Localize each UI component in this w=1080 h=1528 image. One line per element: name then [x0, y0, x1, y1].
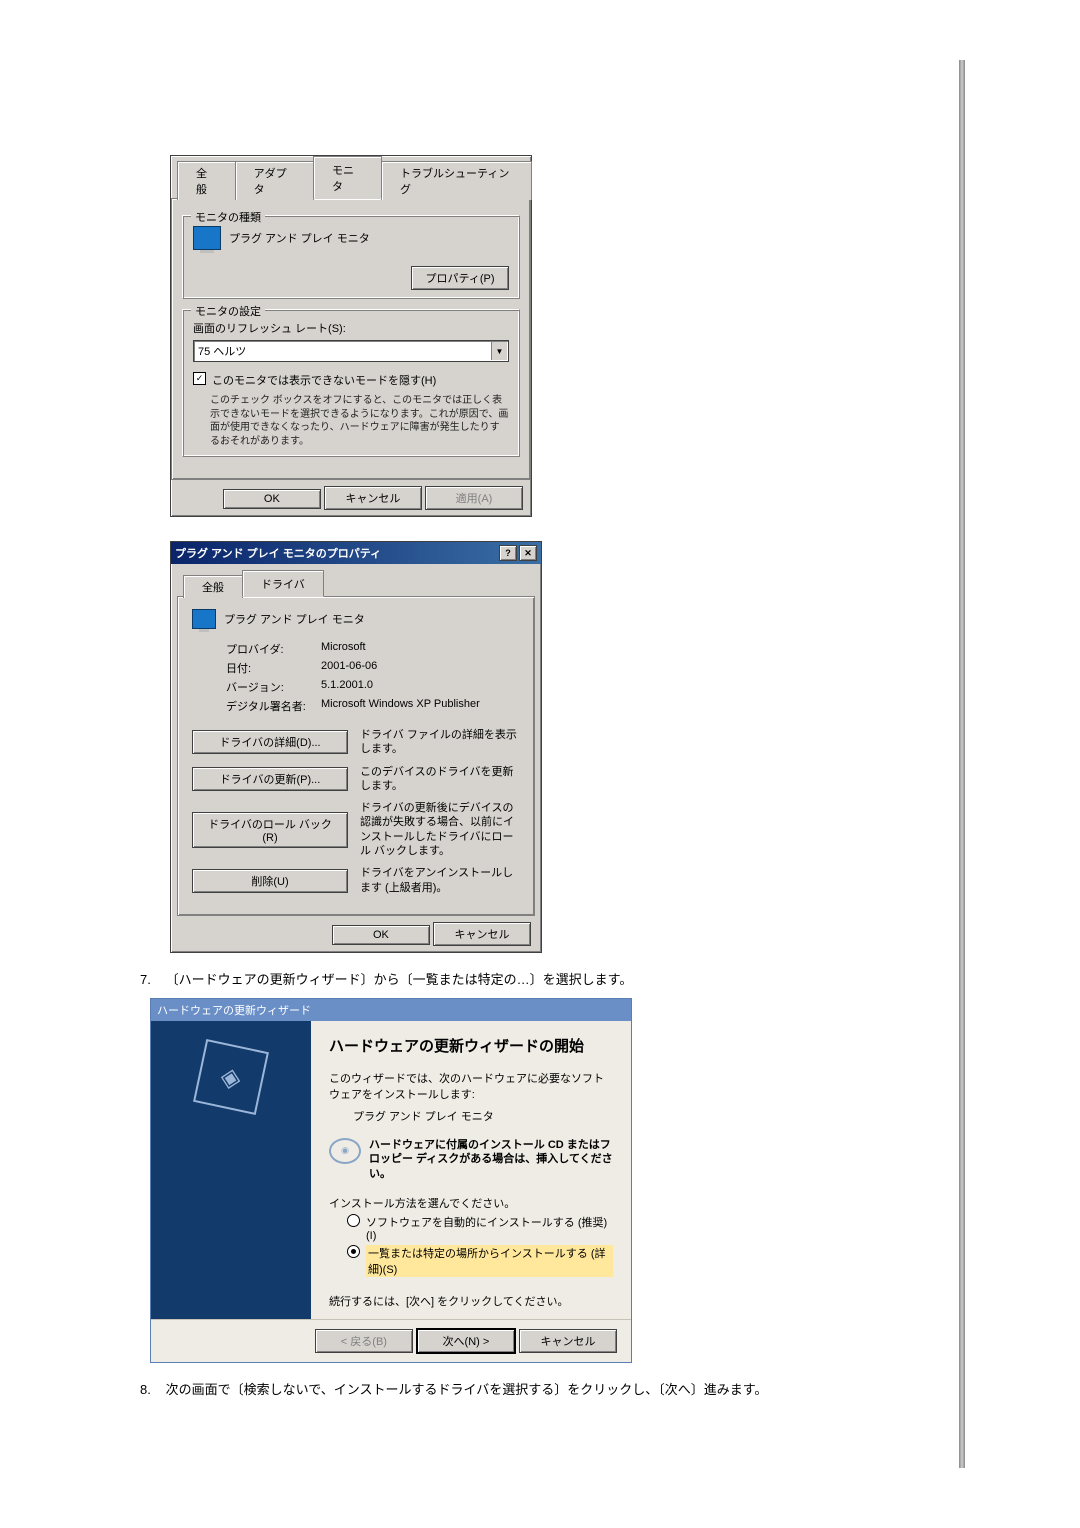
date-label: 日付: — [226, 660, 321, 676]
step-7-number: 7. — [140, 972, 162, 987]
monitor-settings-group: モニタの設定 画面のリフレッシュ レート(S): 75 ヘルツ ▼ ✓ このモニ… — [182, 309, 520, 457]
device-name: プラグ アンド プレイ モニタ — [224, 611, 365, 627]
wizard-hardware-icon: ◈ — [193, 1039, 269, 1115]
hide-modes-checkbox[interactable]: ✓ — [193, 372, 206, 385]
driver-details-button[interactable]: ドライバの詳細(D)... — [192, 730, 348, 754]
next-button[interactable]: 次へ(N) > — [416, 1328, 516, 1354]
signer-label: デジタル署名者: — [226, 698, 321, 714]
provider-label: プロバイダ: — [226, 641, 321, 657]
step-7-text: 〔ハードウェアの更新ウィザード〕から〔一覧または特定の…〕を選択します。 — [166, 972, 633, 987]
version-value: 5.1.2001.0 — [321, 679, 373, 695]
tab-general[interactable]: 全般 — [177, 161, 236, 200]
tab-monitor[interactable]: モニタ — [313, 156, 382, 199]
driver-update-button[interactable]: ドライバの更新(P)... — [192, 767, 348, 791]
monitor-type-label: モニタの種類 — [191, 209, 265, 225]
driver-uninstall-text: ドライバをアンインストールします (上級者用)。 — [360, 866, 520, 895]
wizard-title: ハードウェアの更新ウィザード — [151, 999, 631, 1021]
cancel-button[interactable]: キャンセル — [324, 486, 422, 510]
refresh-rate-select[interactable]: 75 ヘルツ ▼ — [193, 340, 509, 362]
step-7: 7. 〔ハードウェアの更新ウィザード〕から〔一覧または特定の…〕を選択します。 — [140, 969, 850, 988]
date-value: 2001-06-06 — [321, 660, 377, 676]
hide-modes-note: このチェック ボックスをオフにすると、このモニタでは正しく表示できないモードを選… — [210, 394, 509, 448]
driver-rollback-button[interactable]: ドライバのロール バック(R) — [192, 812, 348, 848]
radio-list-install[interactable]: 一覧または特定の場所からインストールする (詳細)(S) — [347, 1245, 613, 1277]
step-8: 8. 次の画面で〔検索しないで、インストールするドライバを選択する〕をクリックし… — [140, 1379, 850, 1398]
version-label: バージョン: — [226, 679, 321, 695]
tab-general-2[interactable]: 全般 — [183, 575, 243, 598]
monitor-icon — [193, 226, 221, 250]
monitor-name: プラグ アンド プレイ モニタ — [229, 230, 370, 246]
wizard-choose-label: インストール方法を選んでください。 — [329, 1195, 613, 1211]
step-8-text: 次の画面で〔検索しないで、インストールするドライバを選択する〕をクリックし、〔次… — [166, 1382, 768, 1397]
ok-button[interactable]: OK — [223, 489, 321, 509]
driver-rollback-text: ドライバの更新後にデバイスの認識が失敗する場合、以前にインストールしたドライバに… — [360, 801, 520, 858]
provider-value: Microsoft — [321, 641, 366, 657]
radio-list-label: 一覧または特定の場所からインストールする (詳細)(S) — [366, 1245, 613, 1277]
driver-properties-dialog: プラグ アンド プレイ モニタのプロパティ ? ✕ 全般 ドライバ プラグ アン… — [170, 541, 542, 953]
device-icon — [192, 609, 216, 629]
cancel-button-2[interactable]: キャンセル — [433, 922, 531, 946]
wizard-sidebar: ◈ — [151, 1021, 311, 1319]
back-button[interactable]: < 戻る(B) — [315, 1329, 413, 1353]
wizard-continue: 続行するには、[次へ] をクリックしてください。 — [329, 1293, 613, 1309]
monitor-settings-label: モニタの設定 — [191, 303, 265, 319]
radio-auto-install[interactable]: ソフトウェアを自動的にインストールする (推奨)(I) — [347, 1214, 613, 1242]
hardware-update-wizard: ハードウェアの更新ウィザード ◈ ハードウェアの更新ウィザードの開始 このウィザ… — [150, 998, 632, 1363]
ok-button-2[interactable]: OK — [332, 925, 430, 945]
apply-button[interactable]: 適用(A) — [425, 486, 523, 510]
tab-driver[interactable]: ドライバ — [242, 570, 324, 597]
driver-dialog-titlebar: プラグ アンド プレイ モニタのプロパティ ? ✕ — [171, 542, 541, 564]
driver-dialog-title: プラグ アンド プレイ モニタのプロパティ — [175, 545, 381, 561]
hide-modes-label: このモニタでは表示できないモードを隠す(H) — [212, 372, 436, 388]
close-icon[interactable]: ✕ — [519, 545, 537, 561]
driver-tabs: 全般 ドライバ — [177, 570, 535, 597]
wizard-heading: ハードウェアの更新ウィザードの開始 — [329, 1035, 613, 1056]
wizard-device: プラグ アンド プレイ モニタ — [353, 1108, 613, 1124]
signer-value: Microsoft Windows XP Publisher — [321, 698, 480, 714]
tab-adapter[interactable]: アダプタ — [235, 161, 314, 200]
properties-button[interactable]: プロパティ(P) — [411, 266, 509, 290]
tab-troubleshoot[interactable]: トラブルシューティング — [381, 161, 532, 200]
radio-dot-icon — [347, 1214, 360, 1227]
driver-update-text: このデバイスのドライバを更新します。 — [360, 765, 520, 794]
driver-details-text: ドライバ ファイルの詳細を表示します。 — [360, 728, 520, 757]
cd-icon: ◉ — [329, 1138, 361, 1164]
radio-dot-icon — [347, 1245, 360, 1258]
help-icon[interactable]: ? — [499, 545, 517, 561]
wizard-cd-note: ハードウェアに付属のインストール CD またはフロッピー ディスクがある場合は、… — [369, 1138, 613, 1181]
step-8-number: 8. — [140, 1382, 162, 1397]
monitor-properties-dialog: 全般 アダプタ モニタ トラブルシューティング モニタの種類 プラグ アンド プ… — [170, 155, 532, 517]
monitor-type-group: モニタの種類 プラグ アンド プレイ モニタ プロパティ(P) — [182, 215, 520, 299]
radio-auto-label: ソフトウェアを自動的にインストールする (推奨)(I) — [366, 1214, 613, 1242]
page-right-edge — [959, 60, 965, 1468]
refresh-rate-label: 画面のリフレッシュ レート(S): — [193, 320, 509, 336]
driver-uninstall-button[interactable]: 削除(U) — [192, 869, 348, 893]
monitor-tabs: 全般 アダプタ モニタ トラブルシューティング — [171, 156, 531, 199]
refresh-rate-value: 75 ヘルツ — [198, 346, 246, 358]
wizard-intro: このウィザードでは、次のハードウェアに必要なソフトウェアをインストールします: — [329, 1070, 613, 1102]
cancel-button-3[interactable]: キャンセル — [519, 1329, 617, 1353]
chevron-down-icon: ▼ — [491, 342, 507, 360]
